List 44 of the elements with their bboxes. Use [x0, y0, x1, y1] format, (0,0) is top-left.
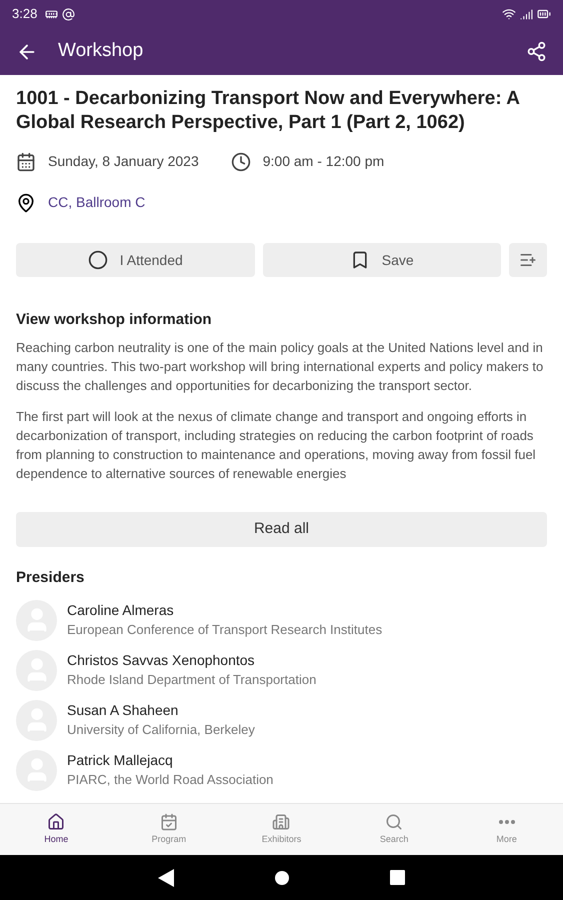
presider-name: Christos Savvas Xenophontos	[67, 651, 256, 670]
section-heading: View workshop information	[16, 310, 213, 330]
more-icon	[498, 820, 515, 824]
attended-button[interactable]: I Attended	[16, 243, 254, 277]
search-icon	[385, 812, 404, 831]
session-time: 9:00 am - 12:00 pm	[262, 152, 384, 171]
presider-name: Caroline Almeras	[67, 601, 175, 620]
circle-icon	[88, 250, 108, 270]
house-icon	[47, 812, 66, 831]
wifi-icon	[502, 7, 516, 21]
calendar-icon	[16, 152, 36, 172]
location-link[interactable]: CC, Ballroom C	[48, 192, 146, 213]
section-heading: Presiders	[16, 568, 86, 588]
description-paragraph: The first part will look at the nexus of climate change and transport and ongoing efforts in decarbonization of transport, including strategies on reducing the carbon footprint of roads from planning to construction to maintenance and operations, moving away from fossil fuel dependence to alternative sources of renewable energies	[16, 408, 537, 482]
building-icon	[272, 812, 290, 831]
presider-affiliation: University of California, Berkeley	[67, 721, 255, 739]
presider-name: Susan A Shaheen	[67, 701, 180, 720]
presider-affiliation: European Conference of Transport Research Institutes	[67, 621, 382, 639]
session-title: 1001 - Decarbonizing Transport Now and Everywhere: A Global Research Perspective, Part 1 (Part 2, 1062)	[16, 87, 520, 135]
save-button[interactable]: Save	[262, 243, 501, 277]
description-paragraph: Reaching carbon neutrality is one of the main policy goals at the United Nations level and in many countries. This two-part workshop will bring international experts and policy makers to discuss the challenges and opportunities for decarbonizing the transport sector.	[16, 338, 544, 394]
session-date: Sunday, 8 January 2023	[48, 152, 199, 171]
at-sign-icon	[62, 8, 76, 20]
location-pin-icon	[16, 192, 36, 212]
nav-tab[interactable]: Home	[0, 804, 113, 855]
share-icon	[526, 41, 547, 62]
back-nav-button[interactable]	[158, 868, 174, 886]
battery-icon	[537, 7, 551, 21]
read-all-button[interactable]: Read all	[16, 512, 547, 546]
signal-icon	[520, 8, 533, 20]
presider-affiliation: PIARC, the World Road Association	[67, 771, 274, 789]
presider-item[interactable]: Christos Savvas Xenophontos Rhode Island Department of Transportation	[16, 645, 547, 695]
presider-name: Patrick Mallejacq	[67, 751, 174, 770]
page-title: Workshop	[58, 39, 144, 64]
presider-item[interactable]: Patrick Mallejacq PIARC, the World Road Association	[16, 745, 547, 795]
presider-affiliation: Rhode Island Department of Transportation	[67, 671, 316, 689]
calendar-icon	[160, 812, 178, 831]
clock-icon	[230, 152, 251, 172]
add-to-list-button[interactable]	[509, 243, 547, 277]
presider-item[interactable]: Susan A Shaheen University of California, Berkeley	[16, 695, 547, 745]
home-nav-button[interactable]	[274, 870, 290, 886]
list-plus-icon	[519, 251, 537, 269]
presider-item[interactable]: Caroline Almeras European Conference of Transport Research Institutes	[16, 595, 547, 645]
status-time: 3:28	[12, 5, 38, 24]
